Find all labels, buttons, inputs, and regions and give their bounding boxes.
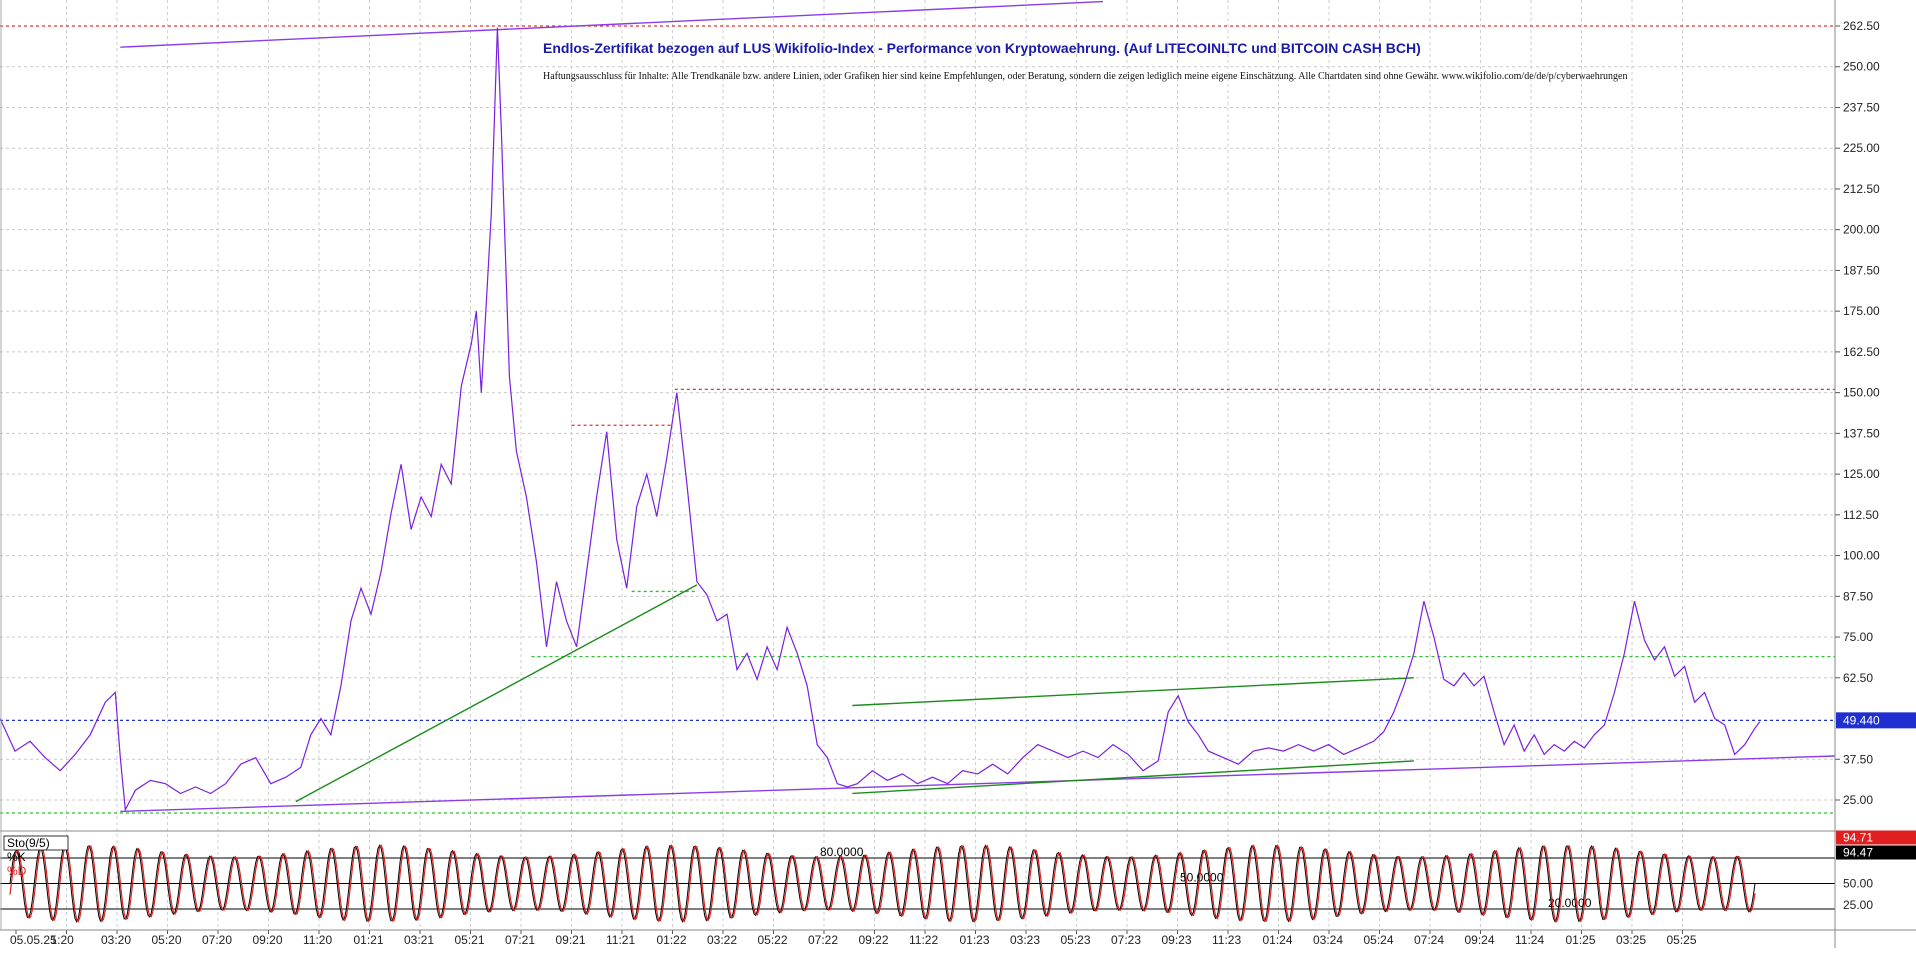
x-tick-label: 09:24 — [1465, 933, 1495, 947]
x-tick-label: 07:20 — [202, 933, 232, 947]
x-tick-label: 05:24 — [1364, 933, 1394, 947]
x-tick-label: 11:21 — [606, 933, 635, 947]
y-tick-label: 137.50 — [1843, 426, 1880, 440]
x-tick-label: 09:21 — [556, 933, 586, 947]
legend-d: %D — [7, 864, 27, 878]
x-tick-label: 03:22 — [707, 933, 737, 947]
x-tick-label: 11:23 — [1212, 933, 1241, 947]
x-tick-label: 07:22 — [808, 933, 838, 947]
y-tick-label: 262.50 — [1843, 19, 1880, 33]
x-tick-label: 11:24 — [1515, 933, 1544, 947]
y-tick-label: 162.50 — [1843, 345, 1880, 359]
stoch-k-value: 94.47 — [1843, 845, 1873, 859]
stoch-d-value: 94.71 — [1843, 830, 1873, 844]
y-tick-label: 150.00 — [1843, 386, 1880, 400]
chart-svg: 80.000050.000020.0000Sto(9/5)%K%D 262.50… — [0, 0, 1916, 948]
y-tick-label: 112.50 — [1843, 508, 1879, 522]
x-tick-label: 01:23 — [960, 933, 990, 947]
y-tick-label: 187.50 — [1843, 263, 1880, 277]
x-tick-label: 03:24 — [1313, 933, 1343, 947]
x-tick-label: 11:22 — [909, 933, 938, 947]
x-tick-label: 09:20 — [253, 933, 283, 947]
last-value-label: 49.440 — [1843, 713, 1880, 727]
x-tick-label: 05:23 — [1061, 933, 1091, 947]
y-tick-label: 87.50 — [1843, 589, 1873, 603]
y-tick-label: 125.00 — [1843, 467, 1880, 481]
x-tick-label: 07:21 — [505, 933, 535, 947]
y-tick-label: 200.00 — [1843, 223, 1880, 237]
x-tick-label: 01:24 — [1263, 933, 1293, 947]
y-tick-label: 212.50 — [1843, 182, 1880, 196]
oscillator-title: Sto(9/5) — [7, 836, 50, 850]
chart-title: Endlos-Zertifikat bezogen auf LUS Wikifo… — [543, 40, 1421, 56]
x-tick-label: 05:22 — [758, 933, 788, 947]
chart-subtitle: Haftungsausschluss für Inhalte: Alle Tre… — [543, 71, 1628, 82]
x-tick-label: 05:21 — [455, 933, 485, 947]
x-tick-label: 11:20 — [303, 933, 332, 947]
y-tick-label: 37.50 — [1843, 752, 1873, 766]
x-tick-label: 01:22 — [657, 933, 687, 947]
y-tick-label: 25.00 — [1843, 793, 1873, 807]
y-tick-label: 175.00 — [1843, 304, 1880, 318]
x-tick-label: 01:25 — [1566, 933, 1596, 947]
x-tick-label: 07:24 — [1414, 933, 1444, 947]
x-tick-label: 1:20 — [51, 933, 75, 947]
osc-y-tick-label: 50.00 — [1843, 877, 1873, 891]
y-tick-label: 100.00 — [1843, 549, 1880, 563]
x-tick-label: 05:25 — [1667, 933, 1697, 947]
chart-root: 80.0000 50.0000 20.0000 Sto(9/5) %K %D 262.50… — [0, 0, 1916, 948]
x-tick-label: 03:23 — [1010, 933, 1040, 947]
y-tick-label: 250.00 — [1843, 60, 1880, 74]
x-tick-label: 03:25 — [1616, 933, 1646, 947]
legend-k: %K — [7, 850, 26, 864]
x-tick-label: 03:21 — [404, 933, 434, 947]
y-tick-label: 225.00 — [1843, 141, 1880, 155]
x-tick-label: 03:20 — [101, 933, 131, 947]
y-tick-label: 237.50 — [1843, 100, 1880, 114]
x-tick-label: 09:22 — [859, 933, 889, 947]
x-tick-label: 09:23 — [1162, 933, 1192, 947]
x-tick-label: 01:21 — [354, 933, 384, 947]
x-tick-label: 05:20 — [152, 933, 182, 947]
y-tick-label: 75.00 — [1843, 630, 1873, 644]
y-tick-label: 62.50 — [1843, 671, 1873, 685]
osc-y-tick-label: 25.00 — [1843, 898, 1873, 912]
x-tick-label: 07:23 — [1111, 933, 1141, 947]
